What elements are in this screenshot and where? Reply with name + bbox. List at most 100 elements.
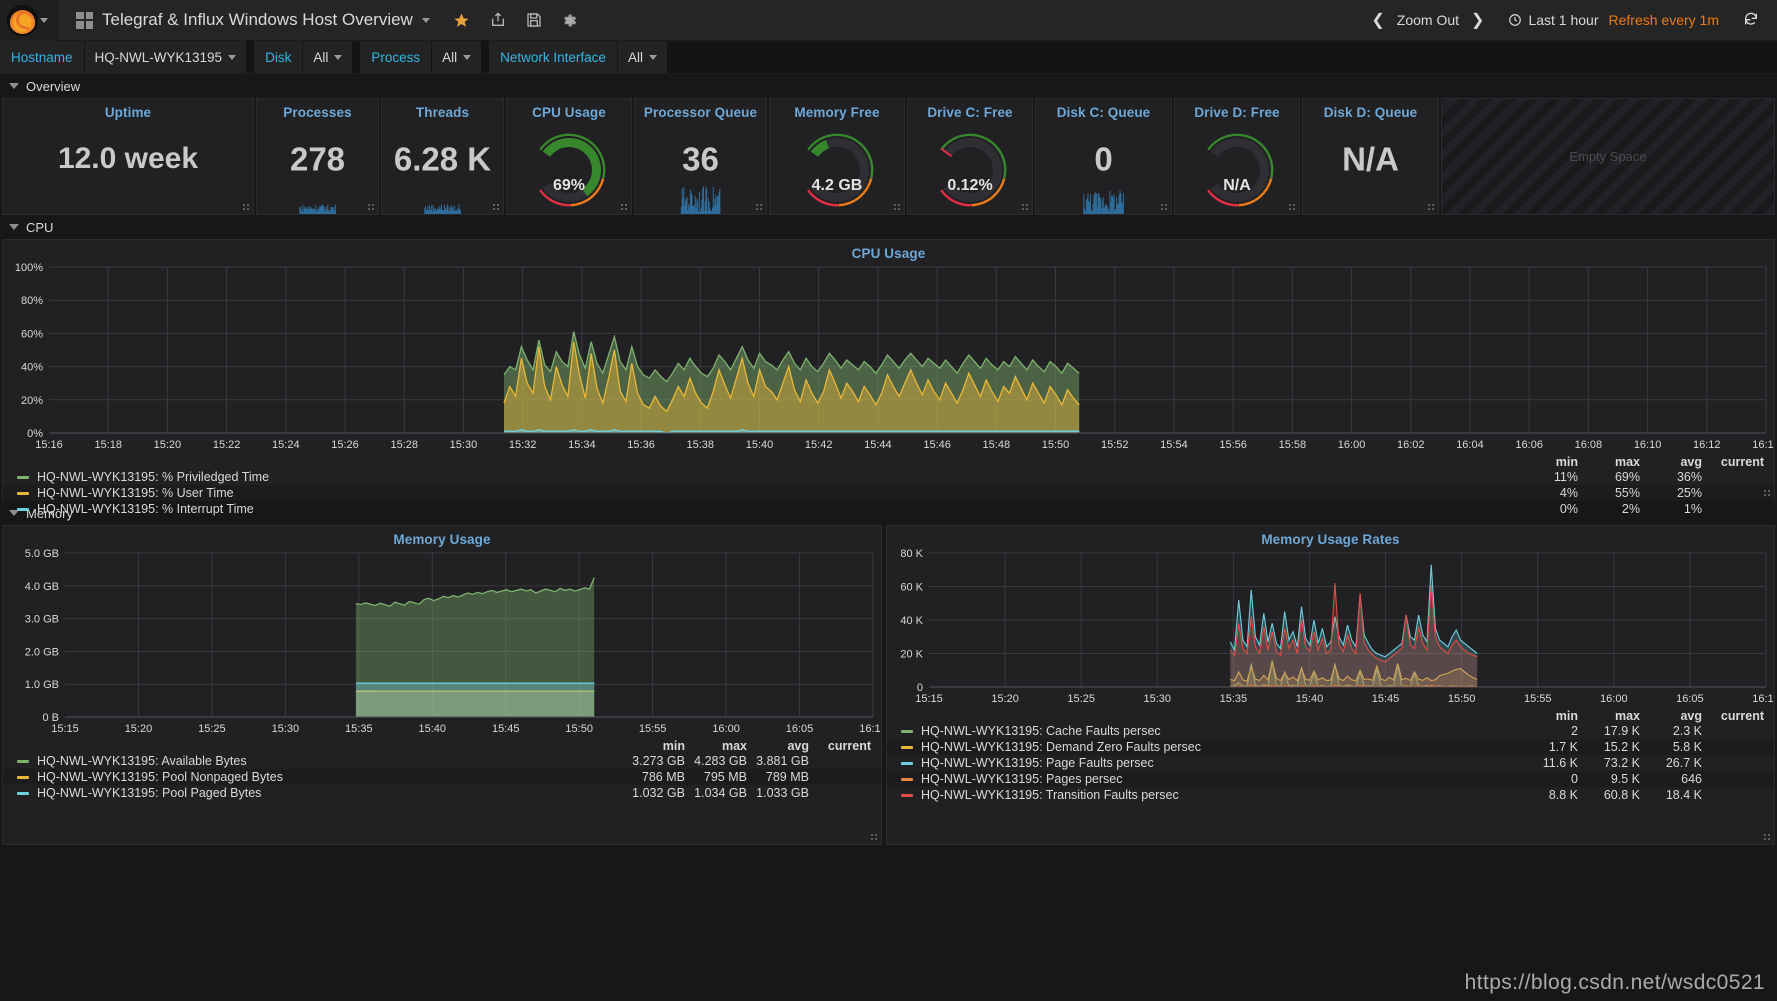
- variable-dropdown[interactable]: All: [617, 41, 667, 73]
- panel-resize-handle[interactable]: [1763, 489, 1772, 498]
- memory-usage-plot[interactable]: 0 B 1.0 GB 2.0 GB 3.0 GB 4.0 GB 5.0 GB 15:15 15…: [3, 547, 887, 737]
- panel-resize-handle[interactable]: [1021, 203, 1030, 212]
- panel-resize-handle[interactable]: [1160, 203, 1169, 212]
- variable-value: All: [313, 49, 329, 65]
- star-icon[interactable]: [444, 0, 480, 41]
- panel-resize-handle[interactable]: [1288, 203, 1297, 212]
- legend-values: 1.7 K 15.2 K 5.8 K: [1516, 740, 1764, 754]
- variable-dropdown[interactable]: All: [303, 41, 353, 73]
- svg-text:40%: 40%: [21, 362, 43, 374]
- legend-column-current[interactable]: current: [1702, 709, 1764, 723]
- svg-text:15:16: 15:16: [35, 439, 63, 451]
- stat-value: N/A: [1342, 139, 1399, 177]
- grafana-logo-button[interactable]: [0, 0, 57, 41]
- variable-label: Process: [360, 41, 433, 73]
- legend-column-avg[interactable]: avg: [1640, 709, 1702, 723]
- legend-item[interactable]: HQ-NWL-WYK13195: % Interrupt Time 0% 2% 1%: [3, 501, 1774, 517]
- panel-uptime: Uptime 12.0 week: [2, 98, 254, 215]
- legend-series-name: HQ-NWL-WYK13195: Transition Faults perse…: [921, 788, 1179, 802]
- legend-item[interactable]: HQ-NWL-WYK13195: Pool Paged Bytes 1.032 G…: [3, 785, 881, 801]
- legend-color-swatch: [17, 775, 29, 779]
- legend-value: 646: [1681, 772, 1702, 786]
- panel-resize-handle[interactable]: [620, 203, 629, 212]
- legend-column-current[interactable]: current: [1702, 455, 1764, 469]
- legend-value: 9.5 K: [1610, 772, 1640, 786]
- panel-resize-handle[interactable]: [367, 203, 376, 212]
- svg-text:16:00: 16:00: [712, 723, 740, 735]
- panel-resize-handle[interactable]: [492, 203, 501, 212]
- chevron-down-icon: [648, 54, 657, 60]
- svg-text:16:00: 16:00: [1338, 439, 1366, 451]
- refresh-icon[interactable]: [1735, 11, 1767, 30]
- save-icon[interactable]: [516, 0, 552, 41]
- svg-text:16:06: 16:06: [1515, 439, 1543, 451]
- share-icon[interactable]: [480, 0, 516, 41]
- legend-column-max[interactable]: max: [1578, 455, 1640, 469]
- refresh-interval-label[interactable]: Refresh every 1m: [1609, 12, 1735, 28]
- row-header-overview[interactable]: Overview: [0, 74, 1777, 98]
- legend-value: [1702, 788, 1764, 802]
- legend-column-min[interactable]: min: [1516, 455, 1578, 469]
- svg-text:0.12%: 0.12%: [947, 177, 992, 194]
- legend-value: [1702, 756, 1764, 770]
- svg-text:15:40: 15:40: [419, 723, 447, 735]
- legend-header: min max avg current: [3, 455, 1774, 469]
- dashboard-title-button[interactable]: Telegraf & Influx Windows Host Overview: [58, 0, 444, 41]
- panel-resize-handle[interactable]: [755, 203, 764, 212]
- time-range-picker[interactable]: Last 1 hour: [1498, 0, 1608, 41]
- panel-title: CPU Usage: [532, 105, 606, 120]
- panel-title: Disk D: Queue: [1323, 105, 1418, 120]
- panel-resize-handle[interactable]: [1427, 203, 1436, 212]
- settings-gear-icon[interactable]: [552, 0, 588, 41]
- legend-values: 8.8 K 60.8 K 18.4 K: [1516, 788, 1764, 802]
- svg-text:15:40: 15:40: [1296, 693, 1324, 705]
- legend-item[interactable]: HQ-NWL-WYK13195: Pages persec 0 9.5 K 646: [887, 771, 1774, 787]
- chevron-left-icon[interactable]: ❮: [1371, 10, 1384, 30]
- svg-text:15:30: 15:30: [1144, 693, 1172, 705]
- svg-text:16:00: 16:00: [1600, 693, 1628, 705]
- zoom-out-control[interactable]: ❮ Zoom Out ❯: [1357, 0, 1498, 41]
- variable-dropdown[interactable]: HQ-NWL-WYK13195: [84, 41, 247, 73]
- chevron-right-icon[interactable]: ❯: [1471, 10, 1484, 30]
- legend-item[interactable]: HQ-NWL-WYK13195: Available Bytes 3.273 GB…: [3, 753, 881, 769]
- panel-resize-handle[interactable]: [242, 203, 251, 212]
- legend-column-min[interactable]: min: [623, 739, 685, 753]
- panel-resize-handle[interactable]: [870, 833, 879, 842]
- svg-text:15:55: 15:55: [639, 723, 667, 735]
- chevron-down-icon: [9, 224, 19, 230]
- legend-item[interactable]: HQ-NWL-WYK13195: Transition Faults perse…: [887, 787, 1774, 803]
- legend-value: 2: [1571, 724, 1578, 738]
- memory-usage-rates-plot[interactable]: 0 20 K 40 K 60 K 80 K 15:15 15:20 15:25 15:30 15:…: [887, 547, 1777, 707]
- legend-column-min[interactable]: min: [1516, 709, 1578, 723]
- legend-item[interactable]: HQ-NWL-WYK13195: % Priviledged Time 11% 69…: [3, 469, 1774, 485]
- legend-values: 0 9.5 K 646: [1516, 772, 1764, 786]
- legend-item[interactable]: HQ-NWL-WYK13195: Demand Zero Faults pers…: [887, 739, 1774, 755]
- legend-value: 69%: [1614, 470, 1640, 484]
- legend-value: 11%: [1553, 470, 1578, 484]
- panel-resize-handle[interactable]: [893, 203, 902, 212]
- legend-value: 795 MB: [703, 770, 747, 784]
- variable-value: All: [442, 49, 458, 65]
- panel-resize-handle[interactable]: [1763, 833, 1772, 842]
- legend-item[interactable]: HQ-NWL-WYK13195: Pool Nonpaged Bytes 786 …: [3, 769, 881, 785]
- legend-values: 11.6 K 73.2 K 26.7 K: [1516, 756, 1764, 770]
- variable-value: HQ-NWL-WYK13195: [94, 49, 223, 65]
- legend-item[interactable]: HQ-NWL-WYK13195: Page Faults persec 11.6 …: [887, 755, 1774, 771]
- legend-item[interactable]: HQ-NWL-WYK13195: Cache Faults persec 2 17.…: [887, 723, 1774, 739]
- legend-column-avg[interactable]: avg: [747, 739, 809, 753]
- legend-value: 26.7 K: [1665, 756, 1702, 770]
- legend-column-current[interactable]: current: [809, 739, 871, 753]
- panel-title: Threads: [415, 105, 470, 120]
- row-title: CPU: [26, 219, 54, 235]
- legend-series-name: HQ-NWL-WYK13195: Demand Zero Faults pers…: [921, 740, 1201, 754]
- legend-column-max[interactable]: max: [685, 739, 747, 753]
- svg-text:15:25: 15:25: [198, 723, 226, 735]
- cpu-usage-plot[interactable]: 0% 20% 40% 60% 80% 100% 15:16 15:18 15:20 15:22 15…: [3, 261, 1777, 453]
- legend-column-avg[interactable]: avg: [1640, 455, 1702, 469]
- row-header-cpu[interactable]: CPU: [0, 215, 1777, 239]
- legend-column-max[interactable]: max: [1578, 709, 1640, 723]
- svg-text:16:02: 16:02: [1397, 439, 1425, 451]
- legend-item[interactable]: HQ-NWL-WYK13195: % User Time 4% 55% 25%: [3, 485, 1774, 501]
- variable-dropdown[interactable]: All: [432, 41, 482, 73]
- svg-text:15:35: 15:35: [1220, 693, 1248, 705]
